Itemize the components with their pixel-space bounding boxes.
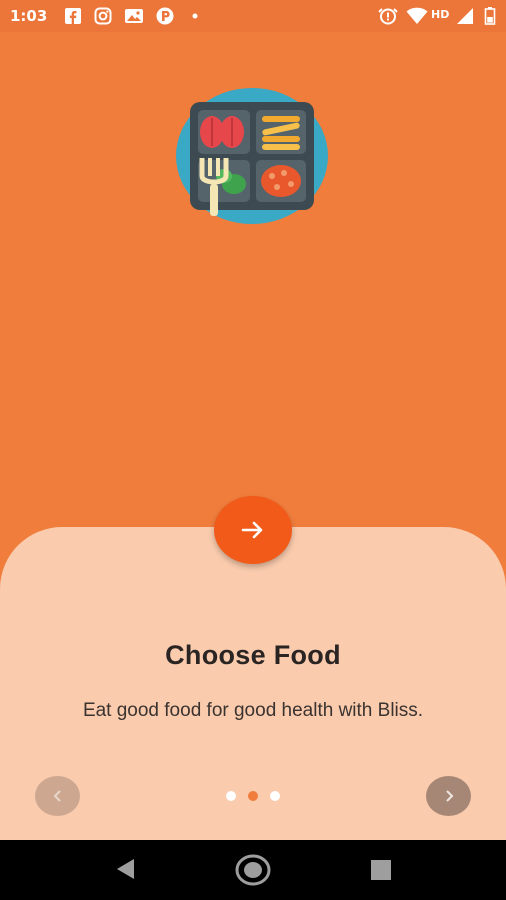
page-indicator bbox=[0, 791, 506, 803]
home-icon[interactable] bbox=[235, 854, 271, 891]
lunch-tray-illustration bbox=[176, 88, 328, 224]
system-navigation-bar bbox=[0, 840, 506, 900]
instagram-icon bbox=[94, 7, 112, 25]
status-time: 1:03 bbox=[10, 7, 48, 25]
network-type-label: HD bbox=[431, 8, 450, 21]
onboarding-description: Eat good food for good health with Bliss… bbox=[82, 700, 424, 721]
facebook-icon bbox=[64, 7, 82, 25]
alarm-icon bbox=[378, 7, 398, 25]
battery-icon bbox=[484, 7, 496, 25]
page-dot-3[interactable] bbox=[270, 791, 280, 801]
photos-icon bbox=[124, 7, 144, 25]
pandora-icon bbox=[156, 7, 174, 25]
onboarding-title: Choose Food bbox=[165, 640, 341, 670]
status-bar: 1:03 HD bbox=[0, 0, 506, 32]
page-dot-2-active[interactable] bbox=[248, 791, 258, 801]
wifi-icon bbox=[406, 7, 428, 25]
back-icon[interactable] bbox=[114, 856, 138, 887]
arrow-right-icon bbox=[241, 521, 263, 539]
dot-icon bbox=[192, 13, 198, 31]
page-dot-1[interactable] bbox=[226, 791, 236, 801]
recents-icon[interactable] bbox=[370, 859, 392, 886]
next-button[interactable] bbox=[214, 496, 292, 564]
signal-icon bbox=[456, 7, 474, 25]
